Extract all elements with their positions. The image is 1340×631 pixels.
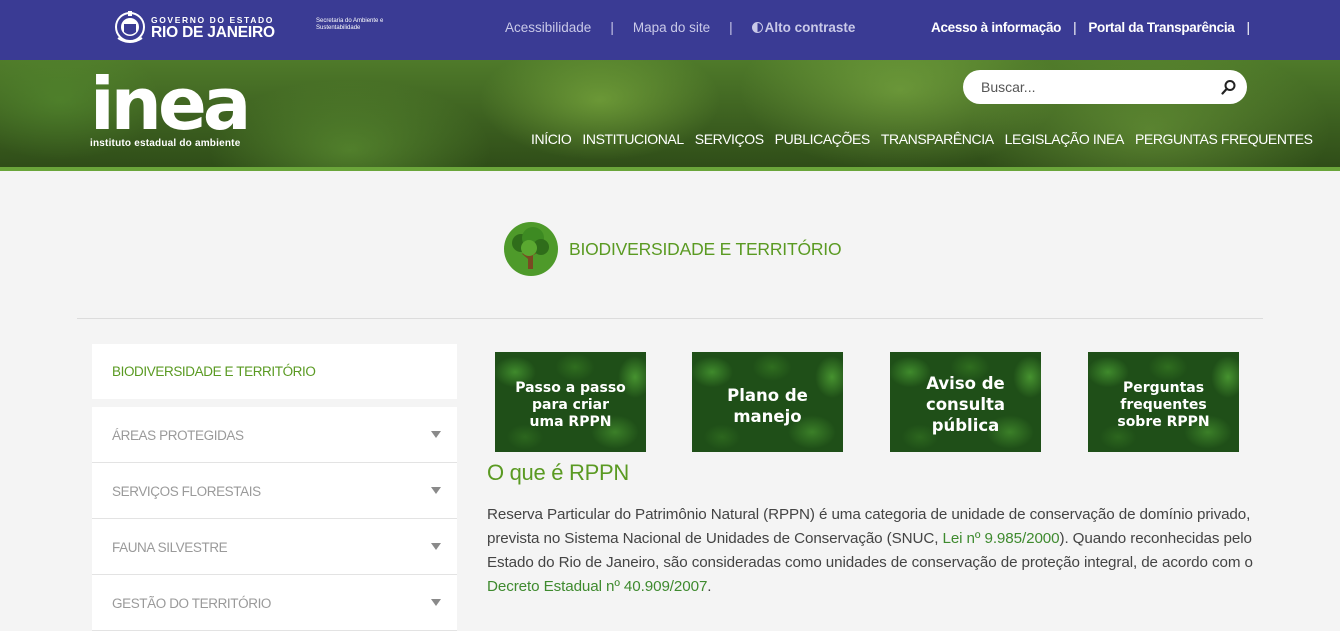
sidebar-item-label: BIODIVERSIDADE E TERRITÓRIO <box>112 364 316 379</box>
separator: | <box>729 20 733 35</box>
tile-label: Passo a passo para criar uma RPPN <box>515 380 626 430</box>
paragraph-text: . <box>707 578 712 595</box>
gov-line1: GOVERNO DO ESTADO <box>151 14 274 25</box>
search-input[interactable] <box>979 78 1213 96</box>
search-box <box>963 70 1247 104</box>
accessibility-links: Acessibilidade | Mapa do site | Alto con… <box>505 20 855 35</box>
sidebar-menu: ÁREAS PROTEGIDAS SERVIÇOS FLORESTAIS FAU… <box>92 407 457 631</box>
chevron-down-icon[interactable] <box>431 543 441 550</box>
chevron-down-icon[interactable] <box>431 487 441 494</box>
search-icon[interactable] <box>1221 79 1237 95</box>
alto-contraste-label: Alto contraste <box>764 20 856 35</box>
tile-label: Plano de manejo <box>727 386 808 426</box>
sidebar-item-fauna-silvestre[interactable]: FAUNA SILVESTRE <box>92 519 457 575</box>
content-title: O que é RPPN <box>487 460 629 485</box>
section-header: BIODIVERSIDADE E TERRITÓRIO <box>503 221 842 277</box>
tile-aviso-consulta[interactable]: Aviso de consulta pública <box>890 352 1041 452</box>
tile-perguntas-rppn[interactable]: Perguntas frequentes sobre RPPN <box>1088 352 1239 452</box>
sidebar-item-biodiversidade[interactable]: BIODIVERSIDADE E TERRITÓRIO <box>92 344 457 399</box>
gov-line2: RIO DE JANEIRO <box>151 24 275 41</box>
state-crest-icon <box>115 11 145 43</box>
sidebar-item-label: FAUNA SILVESTRE <box>112 540 228 555</box>
tile-label: Aviso de consulta pública <box>925 374 1006 435</box>
nav-servicos[interactable]: SERVIÇOS <box>695 131 764 147</box>
government-top-bar: GOVERNO DO ESTADO RIO DE JANEIRO Secreta… <box>0 0 1340 60</box>
lei-9985-link[interactable]: Lei nº 9.985/2000 <box>942 530 1059 547</box>
nav-publicacoes[interactable]: PUBLICAÇÕES <box>775 131 871 147</box>
acessibilidade-link[interactable]: Acessibilidade <box>505 20 591 35</box>
nav-legislacao[interactable]: LEGISLAÇÃO INEA <box>1005 131 1125 147</box>
nav-institucional[interactable]: INSTITUCIONAL <box>582 131 684 147</box>
main-navigation: INÍCIO INSTITUCIONAL SERVIÇOS PUBLICAÇÕE… <box>531 131 1313 147</box>
sidebar-item-areas-protegidas[interactable]: ÁREAS PROTEGIDAS <box>92 407 457 463</box>
header-divider <box>0 167 1340 171</box>
sidebar-item-servicos-florestais[interactable]: SERVIÇOS FLORESTAIS <box>92 463 457 519</box>
brand-name: inea <box>90 62 251 146</box>
chevron-down-icon[interactable] <box>431 431 441 438</box>
chevron-down-icon[interactable] <box>431 599 441 606</box>
portal-transparencia-link[interactable]: Portal da Transparência <box>1088 20 1234 35</box>
separator: | <box>1073 20 1077 35</box>
sidebar-item-label: GESTÃO DO TERRITÓRIO <box>112 596 272 611</box>
sidebar-item-label: ÁREAS PROTEGIDAS <box>112 428 244 443</box>
contrast-icon <box>751 22 763 33</box>
tile-label: Perguntas frequentes sobre RPPN <box>1117 380 1210 430</box>
sidebar-item-gestao-territorio[interactable]: GESTÃO DO TERRITÓRIO <box>92 575 457 631</box>
inea-logo[interactable]: inea instituto estadual do ambiente <box>90 62 251 149</box>
separator: | <box>1246 20 1251 35</box>
secretaria-label: Secretaria do Ambiente e Sustentabilidad… <box>316 18 384 31</box>
separator: | <box>610 20 614 35</box>
brand-subtitle: instituto estadual do ambiente <box>90 138 241 149</box>
tile-passo-a-passo[interactable]: Passo a passo para criar uma RPPN <box>495 352 646 452</box>
acesso-informacao-link[interactable]: Acesso à informação <box>931 20 1061 35</box>
mapa-do-site-link[interactable]: Mapa do site <box>633 20 710 35</box>
sidebar-item-label: SERVIÇOS FLORESTAIS <box>112 484 261 499</box>
divider <box>77 318 1263 319</box>
content-paragraph: Reserva Particular do Patrimônio Natural… <box>487 503 1262 599</box>
governo-rj-logo[interactable]: GOVERNO DO ESTADO RIO DE JANEIRO <box>114 10 275 46</box>
section-title: BIODIVERSIDADE E TERRITÓRIO <box>569 238 842 259</box>
transparency-links: Acesso à informação | Portal da Transpar… <box>931 20 1262 35</box>
nav-perguntas-frequentes[interactable]: PERGUNTAS FREQUENTES <box>1135 131 1313 147</box>
nav-inicio[interactable]: INÍCIO <box>531 131 572 147</box>
nav-transparencia[interactable]: TRANSPARÊNCIA <box>881 131 994 147</box>
alto-contraste-toggle[interactable]: Alto contraste <box>751 20 856 35</box>
tree-icon <box>504 222 558 276</box>
tile-plano-de-manejo[interactable]: Plano de manejo <box>692 352 843 452</box>
decreto-40909-link[interactable]: Decreto Estadual nº 40.909/2007 <box>487 578 707 595</box>
